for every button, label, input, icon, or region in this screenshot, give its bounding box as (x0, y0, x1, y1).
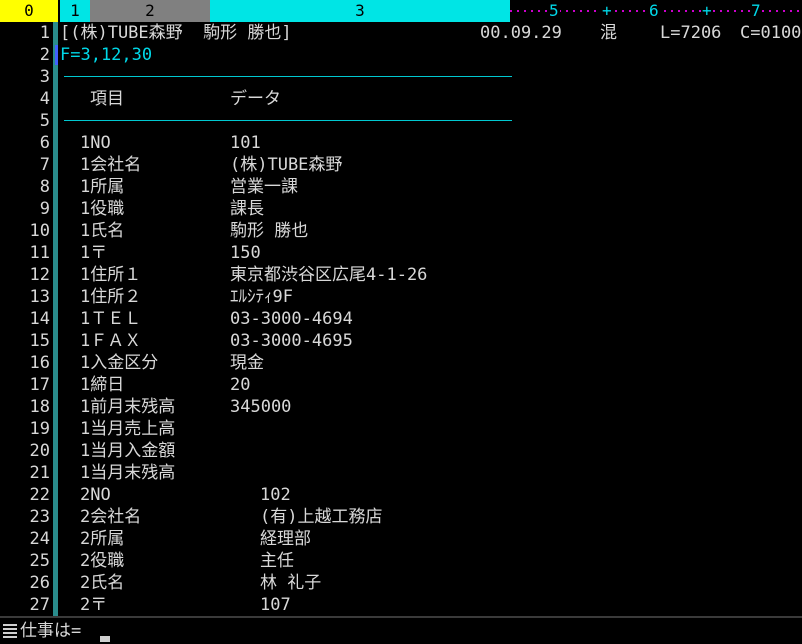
field-label: 1役職 (80, 199, 125, 219)
line-cursor-marker (55, 45, 58, 65)
table-rule-top (64, 76, 512, 77)
column-header-item: 項目 (90, 89, 124, 109)
column-indicator: C=0100 (740, 23, 802, 43)
line-number: 23 (29, 507, 50, 527)
field-label: 1NO (80, 133, 111, 153)
line-number: 5 (39, 111, 50, 131)
ruler-remaining: 5 + 6 + 7 (510, 0, 802, 22)
field-value[interactable]: 20 (230, 374, 250, 396)
line-number: 17 (29, 375, 50, 395)
field-value[interactable]: 107 (260, 594, 291, 616)
field-value[interactable]: 営業一課 (230, 176, 298, 198)
line-number: 22 (29, 485, 50, 505)
field-label: 1入金区分 (80, 353, 159, 373)
line-number: 24 (29, 529, 50, 549)
line-number: 9 (39, 199, 50, 219)
field-label: 2〒 (80, 595, 108, 615)
input-mode: 混 (600, 23, 617, 43)
ruler-segment-1[interactable]: 1 (60, 0, 90, 22)
line-number: 16 (29, 353, 50, 373)
field-value[interactable]: 102 (260, 484, 291, 506)
text-cursor (100, 636, 110, 642)
editor-content[interactable]: [(株)TUBE森野 駒形 勝也] 00.09.29 混 L=7206 C=01… (60, 22, 802, 616)
field-label: 2所属 (80, 529, 125, 549)
field-value[interactable]: ｴﾙｼﾃｨ9F (230, 286, 293, 308)
line-number: 7 (39, 155, 50, 175)
ruler-marker-5: 5 (548, 0, 560, 22)
table-rule-bottom (64, 120, 512, 121)
field-value[interactable]: 課長 (230, 198, 264, 220)
column-ruler: 0 1 2 3 5 + 6 + 7 (0, 0, 802, 22)
ruler-segment-0[interactable]: 0 (0, 0, 58, 22)
ruler-marker-plus: + (701, 0, 713, 22)
field-value[interactable]: 03-3000-4694 (230, 308, 353, 330)
record-title: [(株)TUBE森野 駒形 勝也] (60, 23, 292, 43)
field-label: 2氏名 (80, 573, 125, 593)
command-prompt: 仕事は= (20, 621, 82, 641)
line-number: 11 (29, 243, 50, 263)
field-value[interactable]: 101 (230, 132, 261, 154)
field-value[interactable]: 345000 (230, 396, 291, 418)
line-number: 27 (29, 595, 50, 615)
field-label: 1当月入金額 (80, 441, 176, 461)
column-header-data: データ (230, 89, 281, 109)
line-number: 15 (29, 331, 50, 351)
field-value[interactable]: 主任 (260, 550, 294, 572)
field-label: 1ＦＡＸ (80, 331, 142, 351)
length-indicator: L=7206 (660, 23, 722, 43)
line-number: 25 (29, 551, 50, 571)
line-number: 10 (29, 221, 50, 241)
line-number: 6 (39, 133, 50, 153)
field-value[interactable]: 林 礼子 (260, 572, 321, 594)
command-input[interactable] (98, 620, 482, 644)
date-display: 00.09.29 (480, 23, 562, 43)
ruler-marker-6: 6 (648, 0, 660, 22)
ruler-marker-7: 7 (750, 0, 762, 22)
field-label: 1当月売上高 (80, 419, 176, 439)
field-value[interactable]: 現金 (230, 352, 264, 374)
line-number: 8 (39, 177, 50, 197)
line-number: 4 (39, 89, 50, 109)
field-label: 1所属 (80, 177, 125, 197)
field-label: 1会社名 (80, 155, 142, 175)
line-number: 21 (29, 463, 50, 483)
field-value[interactable]: 駒形 勝也 (230, 220, 308, 242)
command-line: 仕事は= (0, 616, 802, 644)
field-label: 1前月末残高 (80, 397, 176, 417)
gutter-divider (53, 22, 58, 616)
field-label: 1住所１ (80, 265, 142, 285)
ruler-marker-plus: + (601, 0, 613, 22)
line-number: 12 (29, 265, 50, 285)
ruler-segment-3[interactable]: 3 (210, 0, 510, 22)
line-number: 2 (39, 45, 50, 65)
field-label: 1〒 (80, 243, 108, 263)
field-label: 1当月末残高 (80, 463, 176, 483)
line-number: 19 (29, 419, 50, 439)
field-value[interactable]: 150 (230, 242, 261, 264)
line-number: 20 (29, 441, 50, 461)
field-label: 1締日 (80, 375, 125, 395)
line-number: 1 (39, 23, 50, 43)
field-label: 2役職 (80, 551, 125, 571)
field-value[interactable]: (株)TUBE森野 (230, 154, 342, 176)
line-number: 18 (29, 397, 50, 417)
line-number: 3 (39, 67, 50, 87)
field-value[interactable]: 東京都渋谷区広尾4-1-26 (230, 264, 427, 286)
line-number: 13 (29, 287, 50, 307)
field-value[interactable]: 03-3000-4695 (230, 330, 353, 352)
field-value[interactable]: 経理部 (260, 528, 311, 550)
field-label: 1ＴＥＬ (80, 309, 142, 329)
field-label: 1氏名 (80, 221, 125, 241)
ruler-segment-2[interactable]: 2 (90, 0, 210, 22)
field-label: 1住所２ (80, 287, 142, 307)
field-value[interactable]: (有)上越工務店 (260, 506, 382, 528)
line-number-gutter: 1 2 3 4 5 6 7 8 9 10 11 12 13 14 15 16 17 18 19 20 21 22 23 24 2… (0, 22, 50, 616)
menu-icon[interactable] (3, 624, 17, 638)
field-spec: F=3,12,30 (60, 45, 153, 65)
field-label: 2会社名 (80, 507, 142, 527)
line-number: 14 (29, 309, 50, 329)
line-number: 26 (29, 573, 50, 593)
field-label: 2NO (80, 485, 111, 505)
